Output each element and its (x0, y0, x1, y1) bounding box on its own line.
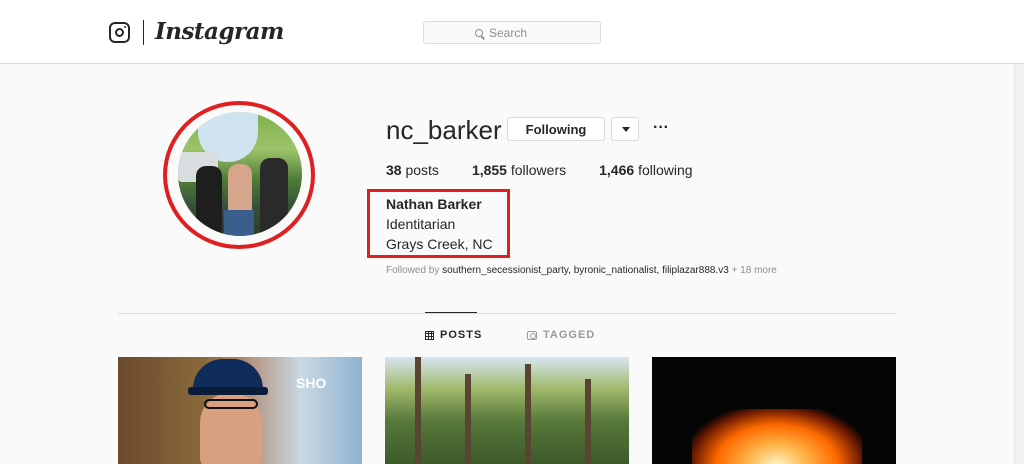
followed-by-line[interactable]: Followed by southern_secessionist_party,… (386, 265, 777, 276)
posts-count-value: 38 (386, 162, 402, 178)
post-thumbnail[interactable] (385, 357, 629, 464)
active-tab-indicator (425, 312, 477, 313)
bio-text-line: Identitarian (386, 216, 456, 232)
post-photo-hat-brim (188, 387, 268, 395)
post-thumbnail[interactable]: SHO (118, 357, 362, 464)
posts-count: 38 posts (386, 162, 439, 178)
posts-count-label: posts (405, 162, 439, 178)
avatar-photo-person-legs (224, 210, 254, 236)
post-photo-glasses (204, 399, 258, 409)
search-icon (475, 28, 483, 37)
post-thumbnail[interactable] (652, 357, 896, 464)
post-photo-campfire (692, 409, 862, 464)
grid-icon (425, 330, 434, 340)
following-count-label[interactable]: following (638, 162, 692, 178)
post-photo-tree-trunk (415, 357, 421, 464)
top-navigation-bar: Instagram (0, 0, 1024, 64)
search-box[interactable] (423, 21, 601, 44)
tab-posts-label[interactable]: POSTS (440, 329, 482, 341)
post-photo-sign-text: SHO (296, 375, 327, 391)
post-photo-tree-trunk (465, 374, 471, 464)
tab-tagged[interactable]: TAGGED (527, 329, 595, 341)
profile-full-name: Nathan Barker (386, 196, 482, 212)
profile-username: nc_barker (386, 115, 502, 145)
following-count[interactable]: 1,466 following (599, 162, 692, 178)
post-photo-tree-trunk (585, 379, 591, 464)
search-input[interactable] (489, 25, 549, 40)
avatar-photo-person (260, 158, 288, 236)
tab-divider (118, 313, 896, 314)
avatar-photo-person (196, 166, 222, 236)
instagram-wordmark-logo[interactable]: Instagram (155, 18, 284, 45)
followed-by-prefix: Followed by (386, 265, 440, 276)
tagged-photo-icon (527, 330, 537, 340)
suggested-accounts-dropdown-button[interactable] (611, 117, 639, 141)
following-button[interactable]: Following (507, 117, 605, 141)
followers-count[interactable]: 1,855 followers (472, 162, 566, 178)
followers-count-value[interactable]: 1,855 (472, 162, 507, 178)
followed-by-more[interactable]: + 18 more (732, 265, 777, 276)
tab-posts[interactable]: POSTS (425, 329, 482, 341)
post-photo-tree-trunk (525, 364, 531, 464)
followed-by-accounts[interactable]: southern_secessionist_party, byronic_nat… (442, 265, 729, 276)
more-options-button[interactable]: ··· (652, 117, 670, 139)
followers-count-label[interactable]: followers (511, 162, 566, 178)
bio-location-line: Grays Creek, NC (386, 236, 493, 252)
logo-divider (143, 20, 144, 45)
instagram-camera-icon[interactable] (109, 22, 130, 43)
profile-avatar[interactable] (178, 112, 302, 236)
tab-tagged-label[interactable]: TAGGED (543, 329, 595, 341)
profile-stats: 38 posts 1,855 followers 1,466 following (386, 162, 726, 178)
following-count-value[interactable]: 1,466 (599, 162, 634, 178)
page-scrollbar[interactable] (1014, 64, 1024, 464)
